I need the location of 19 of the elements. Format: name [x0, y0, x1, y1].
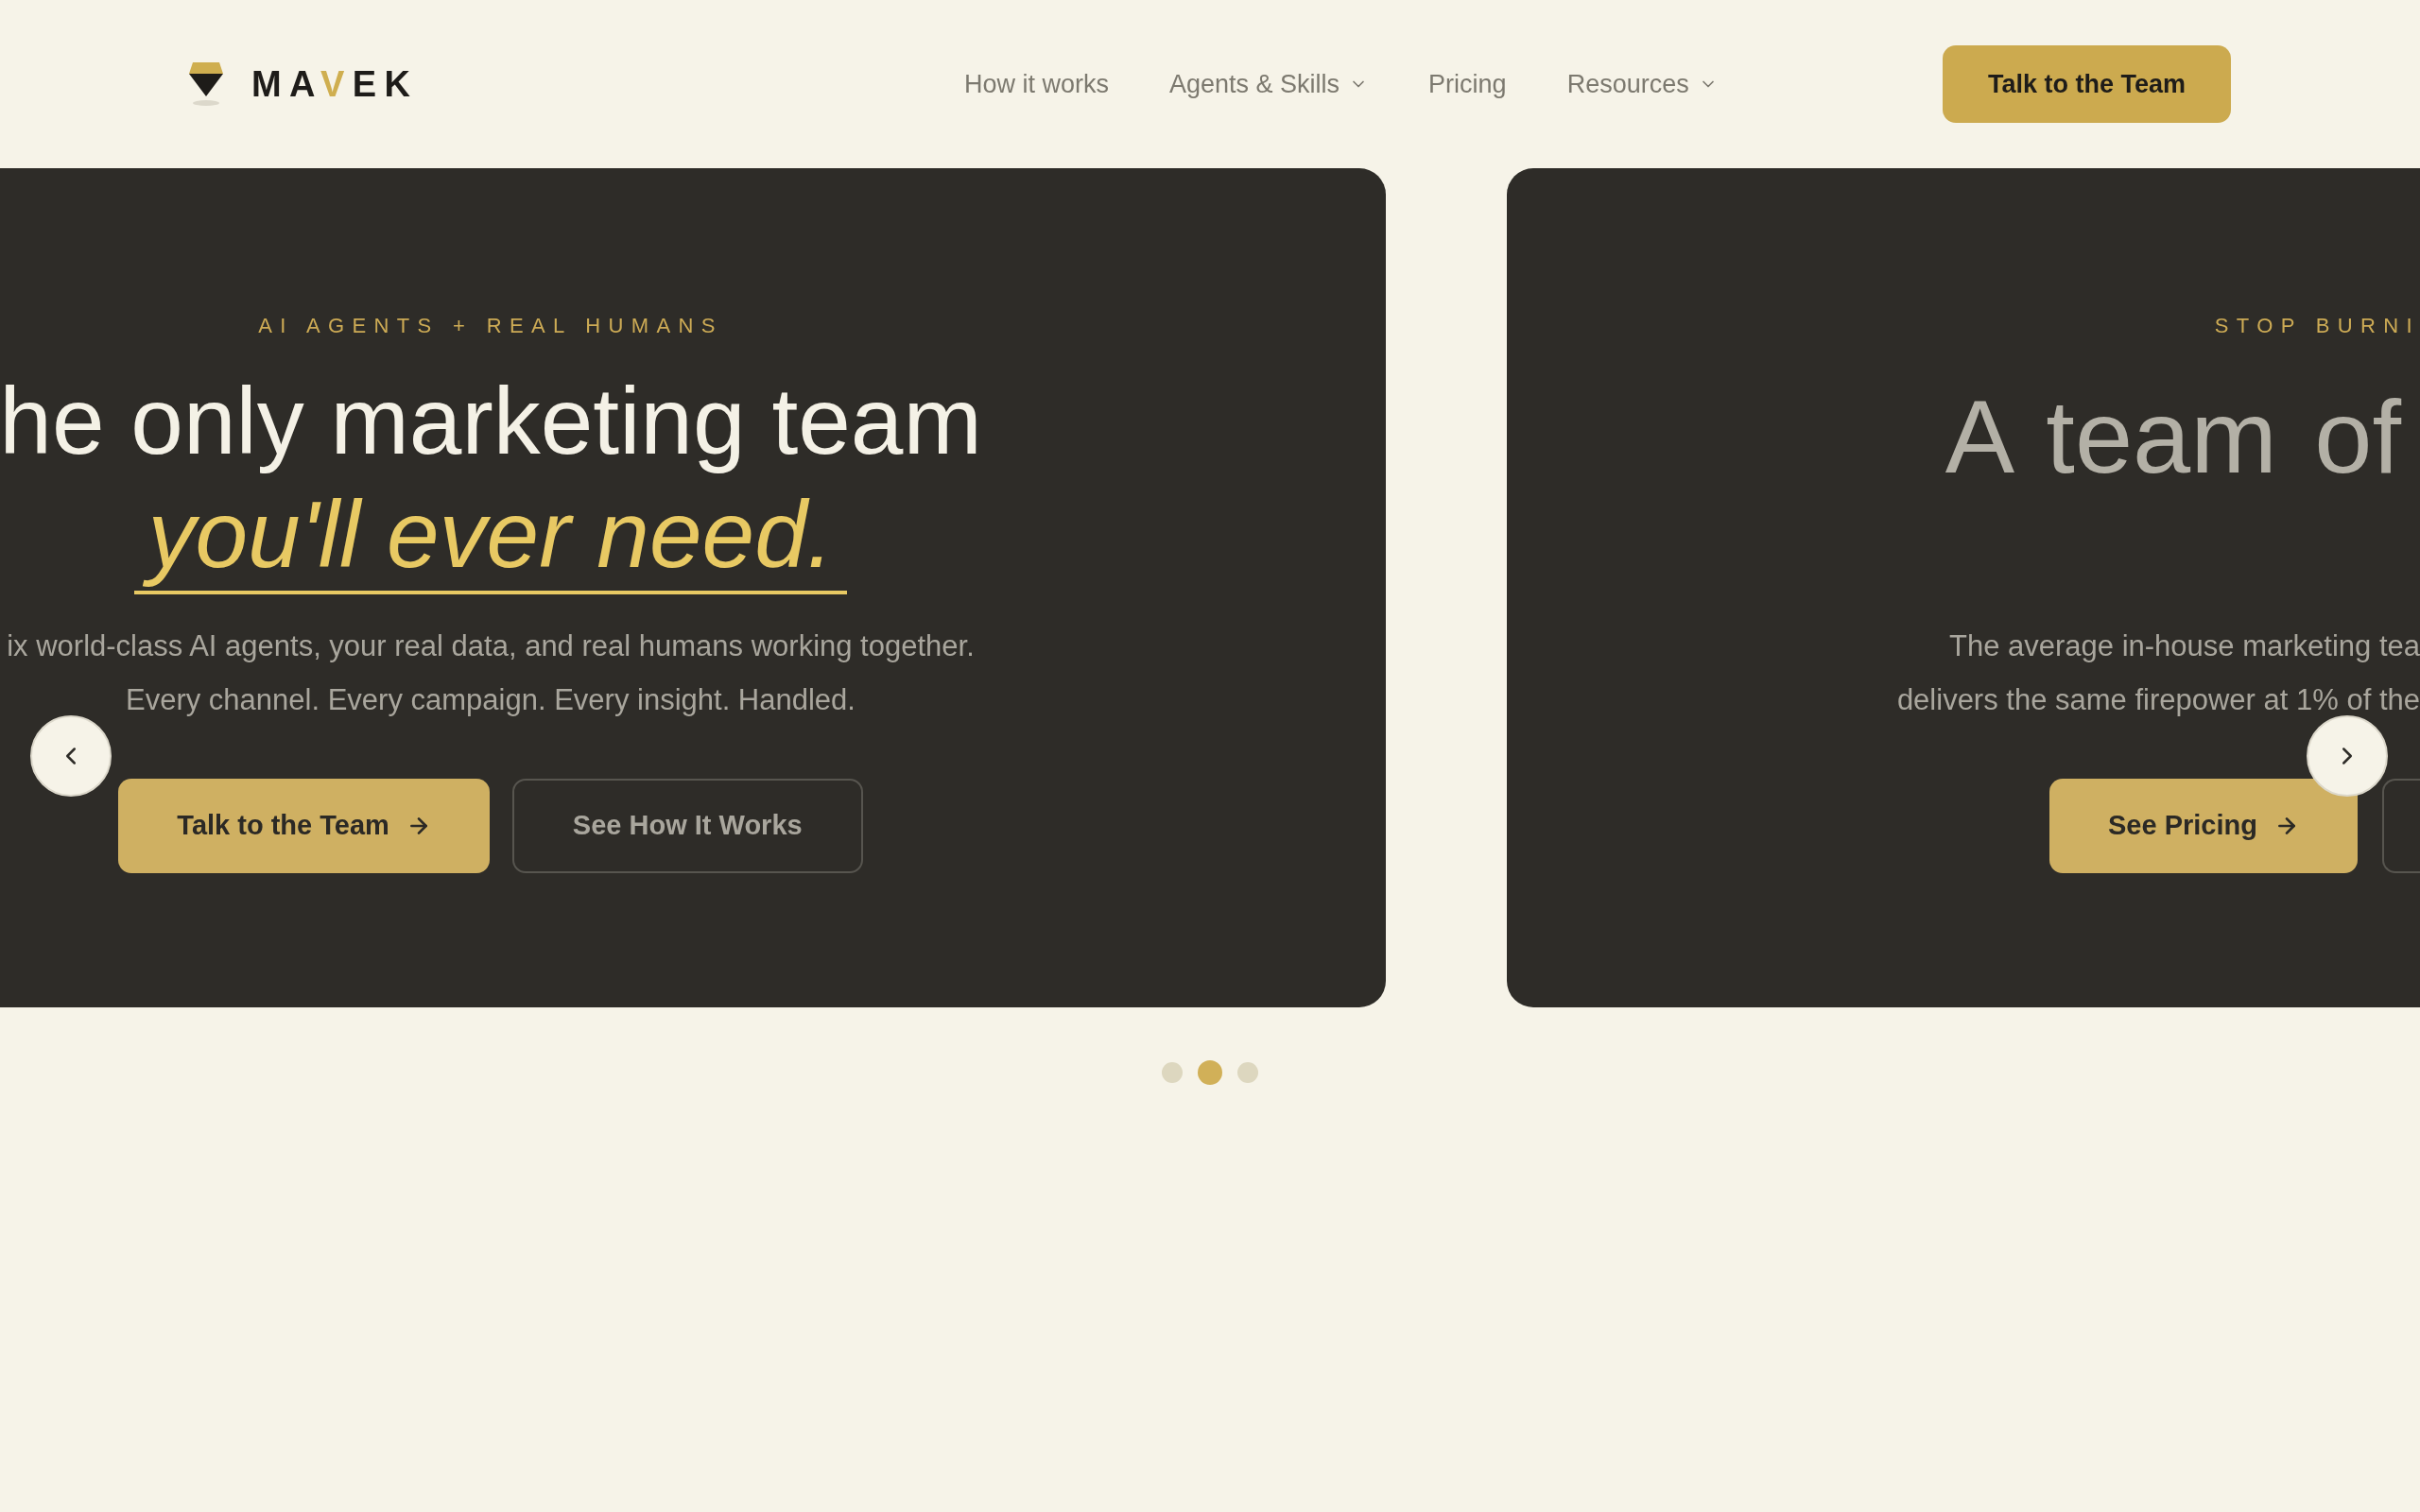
- cta-button[interactable]: Talk to the Team: [118, 779, 490, 873]
- nav-link[interactable]: Resources: [1566, 64, 1718, 104]
- nav-link[interactable]: How it works: [964, 64, 1110, 104]
- gem-logo-icon: [189, 62, 223, 106]
- slide-subtitle: The average in-house marketing tea: [1949, 628, 2420, 664]
- nav-link[interactable]: Pricing: [1428, 64, 1507, 104]
- hero-subtitle: ix world-class AI agents, your real data, and real humans working together.: [7, 628, 975, 664]
- talk-to-team-button[interactable]: Talk to the Team: [1942, 45, 2231, 123]
- eyebrow-text: STOP BURNI: [2214, 313, 2420, 339]
- cta-button[interactable]: See Pricing: [2049, 779, 2358, 873]
- logo-wordmark[interactable]: MAV EK: [251, 57, 419, 112]
- hero-subtitle: Every channel. Every campaign. Every insight. Handled.: [126, 681, 856, 718]
- nav-link[interactable]: Agents & Skills: [1169, 64, 1369, 104]
- hero-heading-accent: you'll ever need.: [134, 477, 847, 594]
- outline-button[interactable]: See How It Works: [511, 779, 863, 873]
- slide-heading: A team of: [1944, 377, 2403, 496]
- eyebrow-text: AI AGENTS + REAL HUMANS: [258, 313, 723, 339]
- slide-subtitle: delivers the same firepower at 1% of the: [1896, 681, 2420, 718]
- hero-heading: he only marketing team: [0, 367, 982, 475]
